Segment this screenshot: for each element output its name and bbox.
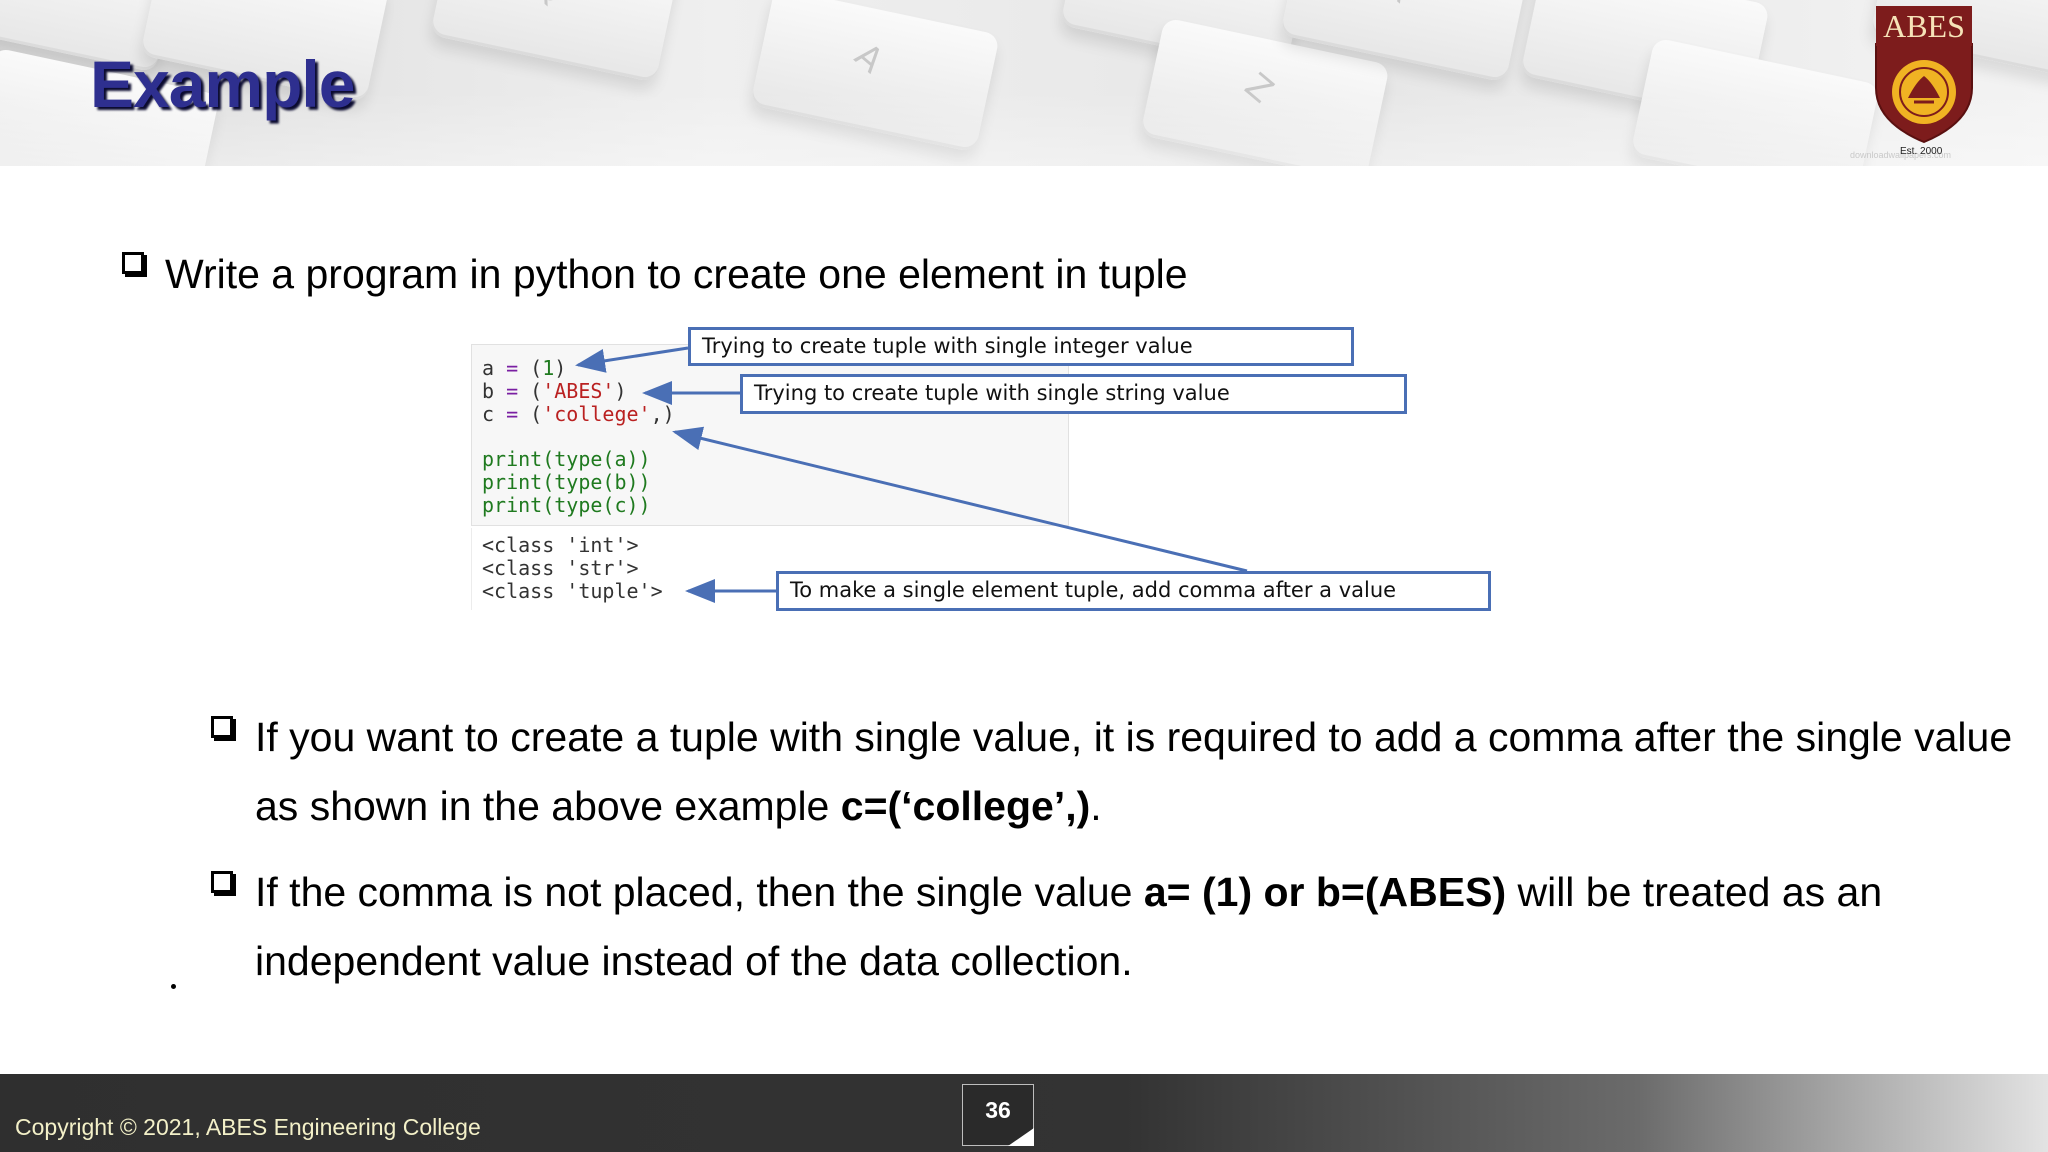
code-paren: ) xyxy=(614,379,627,403)
callout-integer: Trying to create tuple with single integ… xyxy=(688,327,1354,366)
checkbox-bullet-icon xyxy=(122,252,144,274)
code-paren: ( xyxy=(530,356,543,380)
abes-logo: ABES xyxy=(1875,6,1973,144)
code-paren: ) xyxy=(554,356,567,380)
code-line-b: b = ('ABES') xyxy=(482,380,627,403)
callout-comma: To make a single element tuple, add comm… xyxy=(776,571,1491,611)
code-var: a xyxy=(482,356,495,380)
logo-text: ABES xyxy=(1883,8,1965,44)
code-op: = xyxy=(494,379,531,403)
code-line-a: a = (1) xyxy=(482,357,566,380)
code-var: c xyxy=(482,402,495,426)
code-var: b xyxy=(482,379,495,403)
point-comma-missing: If the comma is not placed, then the sin… xyxy=(255,858,2015,996)
code-literal: 'ABES' xyxy=(542,379,615,403)
output-line-int: <class 'int'> xyxy=(482,533,639,557)
point-text: . xyxy=(1090,783,1102,829)
task-text: Write a program in python to create one … xyxy=(165,251,1188,297)
code-op: = xyxy=(494,402,531,426)
point-text: If you want to create a tuple with singl… xyxy=(255,714,2013,829)
code-line-print-b: print(type(b)) xyxy=(482,470,651,494)
code-paren: ,) xyxy=(650,402,675,426)
callout-string: Trying to create tuple with single strin… xyxy=(740,374,1407,414)
copyright-text: Copyright © 2021, ABES Engineering Colle… xyxy=(15,1114,481,1140)
point-text: If the comma is not placed, then the sin… xyxy=(255,869,1144,915)
code-line-print-a: print(type(a)) xyxy=(482,447,651,471)
code-paren: ( xyxy=(530,379,543,403)
stray-bullet-dot xyxy=(171,984,176,989)
output-line-str: <class 'str'> xyxy=(482,556,639,580)
checkbox-bullet-icon xyxy=(211,871,233,893)
slide-title: Example xyxy=(90,47,355,121)
code-line-print-c: print(type(c)) xyxy=(482,493,651,517)
page-fold-icon xyxy=(1008,1128,1034,1146)
output-line-tuple: <class 'tuple'> xyxy=(482,579,663,603)
page-number: 36 xyxy=(985,1097,1011,1123)
logo-est: Est. 2000 xyxy=(1900,146,1943,157)
code-line-c: c = ('college',) xyxy=(482,403,675,426)
code-paren: ( xyxy=(530,402,543,426)
point-code-example: a= (1) or b=(ABES) xyxy=(1143,869,1507,915)
code-literal: 'college' xyxy=(542,402,651,426)
code-literal: 1 xyxy=(542,356,555,380)
point-comma-required: If you want to create a tuple with singl… xyxy=(255,703,2015,841)
checkbox-bullet-icon xyxy=(211,716,233,738)
point-code-example: c=(‘college’,) xyxy=(840,783,1091,829)
code-op: = xyxy=(494,356,531,380)
